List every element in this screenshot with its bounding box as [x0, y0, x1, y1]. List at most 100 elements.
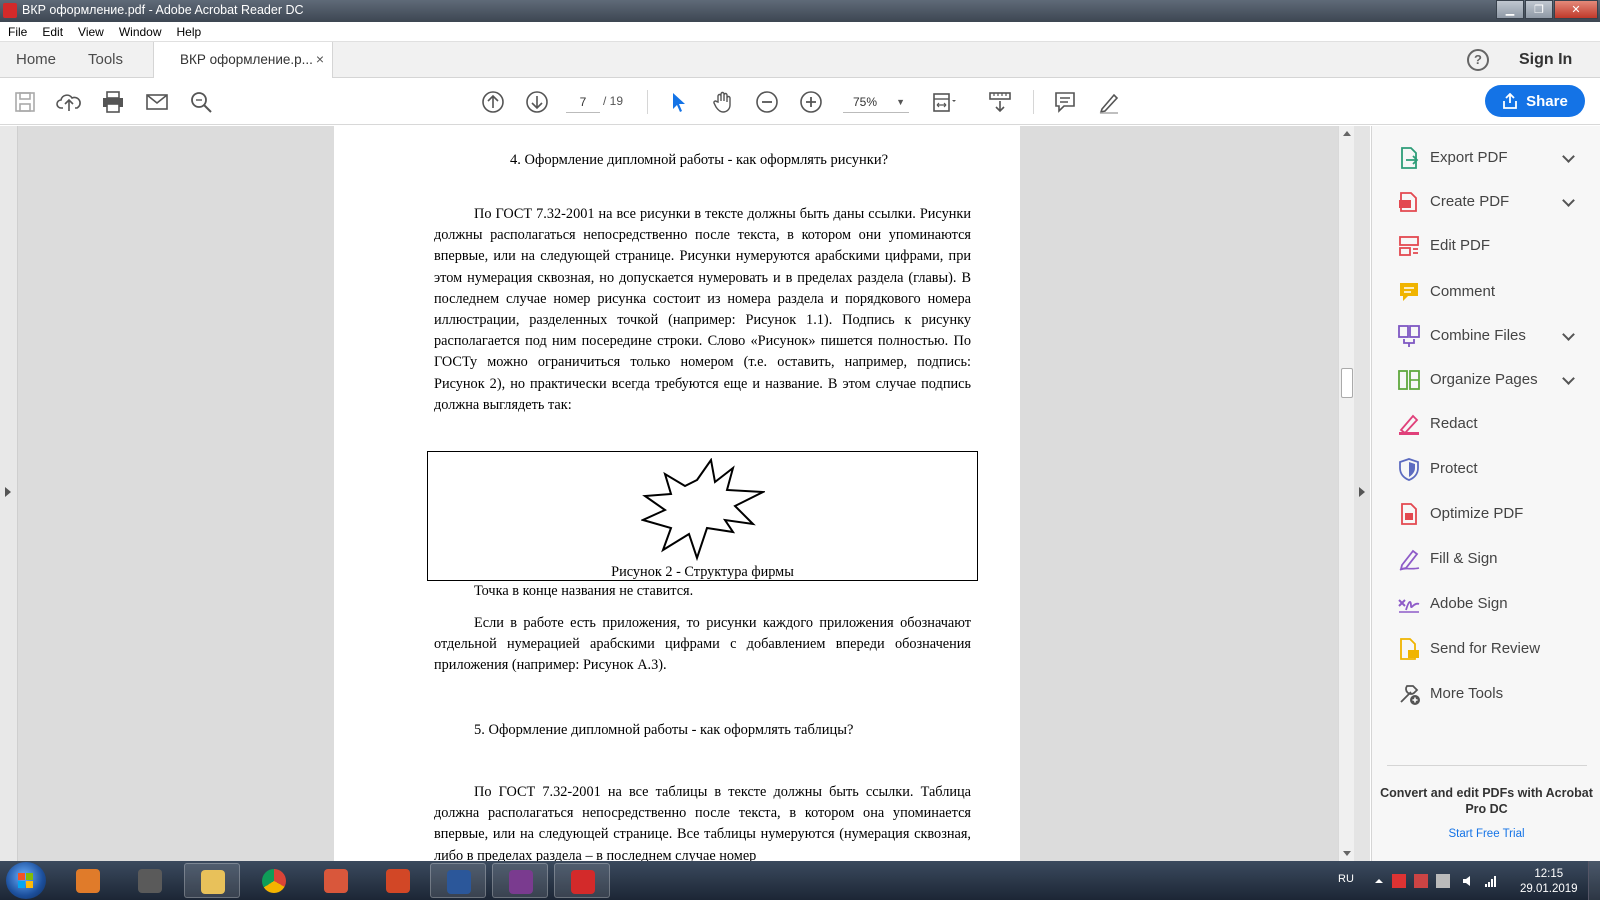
tray-app-icon[interactable]: [1414, 874, 1428, 888]
chevron-down-icon[interactable]: [1562, 150, 1575, 163]
starburst-figure: [641, 458, 765, 562]
scroll-up-arrow[interactable]: [1343, 131, 1351, 136]
tab-bar: Home Tools ВКР оформление.р... × ? Sign …: [0, 42, 1600, 78]
tool-label: Fill & Sign: [1430, 550, 1498, 567]
section-heading-tables: 5. Оформление дипломной работы - как офо…: [474, 722, 854, 738]
taskbar-explorer[interactable]: [184, 863, 240, 898]
zoom-in-icon[interactable]: [798, 89, 824, 115]
scroll-mode-icon[interactable]: [987, 89, 1013, 115]
start-button[interactable]: [6, 862, 46, 899]
language-indicator[interactable]: RU: [1338, 873, 1354, 900]
print-icon[interactable]: [100, 89, 126, 115]
volume-icon[interactable]: [1461, 874, 1475, 888]
page-total: / 19: [603, 94, 624, 108]
cloud-upload-icon[interactable]: [56, 89, 82, 115]
tool-label: Adobe Sign: [1430, 595, 1508, 612]
tab-home[interactable]: Home: [16, 51, 56, 68]
fit-page-icon[interactable]: [931, 89, 957, 115]
menu-edit[interactable]: Edit: [34, 25, 70, 39]
tool-label: Combine Files: [1430, 327, 1526, 344]
tool-create-pdf[interactable]: Create PDF: [1372, 186, 1600, 218]
comment-icon[interactable]: [1052, 89, 1078, 115]
tool-label: Comment: [1430, 283, 1496, 300]
tool-label: Export PDF: [1430, 149, 1508, 166]
pdf-page: 4. Оформление дипломной работы - как офо…: [334, 126, 1020, 864]
left-panel-toggle[interactable]: [0, 126, 18, 861]
help-icon[interactable]: ?: [1467, 49, 1489, 71]
menu-view[interactable]: View: [70, 25, 111, 39]
tool-redact[interactable]: Redact: [1372, 408, 1600, 440]
taskbar-winrar[interactable]: [492, 863, 548, 898]
tool-organize-pages[interactable]: Organize Pages: [1372, 364, 1600, 396]
tool-label: Redact: [1430, 415, 1478, 432]
taskbar-app[interactable]: [122, 863, 178, 898]
taskbar-chrome[interactable]: [246, 863, 302, 898]
network-icon[interactable]: [1484, 874, 1498, 888]
folder-icon: [201, 870, 225, 894]
menu-help[interactable]: Help: [169, 25, 209, 39]
media-player-icon: [76, 869, 100, 893]
tool-export-pdf[interactable]: Export PDF: [1372, 142, 1600, 174]
zoom-level-select[interactable]: 75% ▼: [843, 91, 909, 113]
minimize-button[interactable]: ▁: [1496, 0, 1524, 19]
previous-page-icon[interactable]: [480, 89, 506, 115]
tray-app-icon[interactable]: [1392, 874, 1406, 888]
taskbar-media-player[interactable]: [60, 863, 116, 898]
tool-send-for-review[interactable]: Send for Review: [1372, 633, 1600, 665]
tool-adobe-sign[interactable]: Adobe Sign: [1372, 588, 1600, 620]
tray-arrow-icon[interactable]: [1372, 874, 1386, 888]
maximize-button[interactable]: ❐: [1525, 0, 1553, 19]
save-icon[interactable]: [12, 89, 38, 115]
tool-optimize-pdf[interactable]: Optimize PDF: [1372, 498, 1600, 530]
tool-protect[interactable]: Protect: [1372, 453, 1600, 485]
right-panel-toggle[interactable]: [1354, 126, 1370, 861]
close-tab-icon[interactable]: ×: [316, 51, 324, 67]
tab-document[interactable]: ВКР оформление.р... ×: [153, 42, 333, 78]
paragraph-appendix-figures: Если в работе есть приложения, то рисунк…: [434, 615, 971, 674]
close-window-button[interactable]: ✕: [1554, 0, 1598, 19]
taskbar-powerpoint[interactable]: [370, 863, 426, 898]
share-button[interactable]: Share: [1485, 85, 1585, 117]
highlight-pen-icon[interactable]: [1096, 89, 1122, 115]
tab-tools[interactable]: Tools: [88, 51, 123, 68]
vertical-scrollbar[interactable]: [1338, 126, 1354, 861]
sign-in-link[interactable]: Sign In: [1519, 51, 1572, 69]
next-page-icon[interactable]: [524, 89, 550, 115]
section-heading-figures: 4. Оформление дипломной работы - как офо…: [510, 152, 889, 168]
adobe-sign-icon: [1397, 592, 1421, 616]
scroll-thumb[interactable]: [1341, 368, 1353, 398]
zoom-out-icon[interactable]: [754, 89, 780, 115]
scroll-down-arrow[interactable]: [1343, 851, 1351, 856]
chevron-down-icon[interactable]: [1562, 328, 1575, 341]
page-number-input[interactable]: 7: [566, 91, 600, 113]
taskbar-acrobat[interactable]: [554, 863, 610, 898]
menu-file[interactable]: File: [0, 25, 34, 39]
tool-fill-sign[interactable]: Fill & Sign: [1372, 543, 1600, 575]
find-icon[interactable]: [188, 89, 214, 115]
tray-device-icon[interactable]: [1436, 874, 1450, 888]
tool-more-tools[interactable]: More Tools: [1372, 678, 1600, 710]
tool-combine-files[interactable]: Combine Files: [1372, 320, 1600, 352]
collapse-right-panel-icon: [1359, 487, 1365, 497]
system-clock[interactable]: 12:15 29.01.2019: [1520, 867, 1578, 900]
chevron-down-icon[interactable]: [1562, 372, 1575, 385]
send-review-icon: [1397, 637, 1421, 661]
show-desktop-button[interactable]: [1588, 861, 1600, 900]
figure-box: Рисунок 2 - Структура фирмы: [427, 451, 978, 581]
email-icon[interactable]: [144, 89, 170, 115]
taskbar-app-2[interactable]: [308, 863, 364, 898]
start-free-trial-link[interactable]: Start Free Trial: [1372, 828, 1600, 840]
main-toolbar: 7 / 19 75% ▼ Share: [0, 79, 1600, 125]
taskbar-word[interactable]: [430, 863, 486, 898]
hand-tool-icon[interactable]: [710, 89, 736, 115]
promo-text: Convert and edit PDFs with Acrobat Pro D…: [1380, 786, 1593, 816]
comment-icon: [1397, 280, 1421, 304]
chevron-down-icon: ▼: [896, 97, 905, 107]
tool-comment[interactable]: Comment: [1372, 276, 1600, 308]
menu-window[interactable]: Window: [111, 25, 169, 39]
select-cursor-icon[interactable]: [665, 89, 691, 115]
tool-edit-pdf[interactable]: Edit PDF: [1372, 230, 1600, 262]
more-tools-icon: [1397, 682, 1421, 706]
chevron-down-icon[interactable]: [1562, 194, 1575, 207]
chrome-icon: [262, 869, 286, 893]
